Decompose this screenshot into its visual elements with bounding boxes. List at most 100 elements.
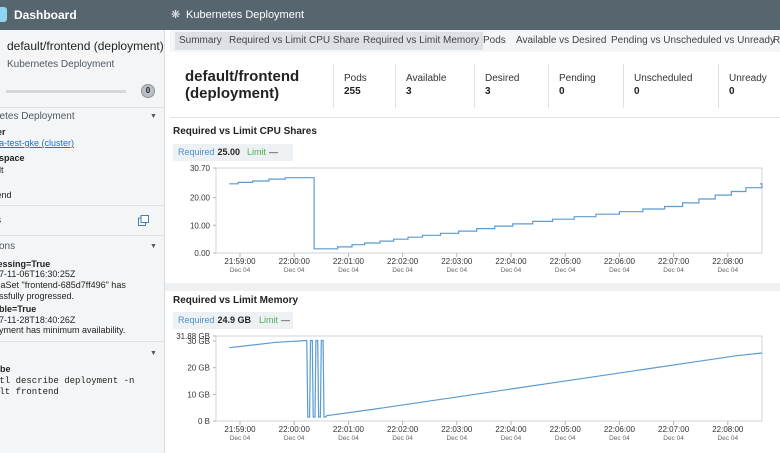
details-sidebar: default/frontend (deployment) Kubernetes… — [0, 30, 165, 453]
chevron-down-icon[interactable]: ▼ — [150, 243, 157, 250]
x-tick-date-label: Dec 04 — [609, 267, 630, 274]
divider — [0, 205, 164, 206]
cpu-chart-panel: Required vs Limit CPU Shares Required 25.… — [165, 118, 780, 283]
stat-value: 0 — [559, 86, 565, 97]
x-tick-date-label: Dec 04 — [663, 435, 684, 442]
x-tick-date-label: Dec 04 — [609, 435, 630, 442]
condition-progressing-key: ressing=True — [0, 259, 51, 269]
stat-desired: Desired 3 — [474, 64, 548, 108]
stat-label: Pending — [559, 73, 596, 84]
memory-chart: 31.88 GB30 GB20 GB10 GB0 B21:59:00Dec 04… — [176, 332, 763, 442]
tab-overflow[interactable]: R — [769, 32, 780, 50]
section-deployment-header[interactable]: netes Deployment — [0, 111, 75, 122]
plot-area — [215, 167, 763, 254]
plot-area — [215, 335, 763, 422]
top-bar: Dashboard ❋ Kubernetes Deployment — [0, 0, 780, 30]
x-tick-time-label: 22:02:00 — [387, 425, 419, 434]
condition-available-time: 17-11-28T18:40:26Z — [0, 315, 76, 325]
x-tick-time-label: 22:04:00 — [495, 257, 527, 266]
x-tick-time-label: 21:59:00 — [224, 425, 256, 434]
stat-value: 3 — [485, 86, 491, 97]
x-tick-time-label: 22:02:00 — [387, 257, 419, 266]
copy-icon[interactable] — [138, 215, 149, 226]
stat-available: Available 3 — [395, 64, 475, 108]
x-tick-time-label: 22:08:00 — [712, 257, 744, 266]
cluster-gear-icon: ❋ — [171, 9, 181, 21]
summary-title-line-2: (deployment) — [185, 85, 280, 102]
summary-title-line-1: default/frontend — [185, 68, 300, 85]
x-tick-time-label: 21:59:00 — [224, 257, 256, 266]
cli-command-line-2[interactable]: ult frontend — [0, 387, 59, 397]
count-badge: 0 — [141, 84, 155, 98]
condition-progressing-time: 17-11-06T16:30:25Z — [0, 269, 76, 279]
y-tick-label: 20.00 — [190, 194, 211, 203]
y-tick-label: 0.00 — [194, 249, 210, 258]
tab-cpu-shares[interactable]: Required vs Limit CPU Shares — [225, 32, 369, 50]
name-value: tend — [0, 190, 12, 200]
cluster-link[interactable]: na-test-gke (cluster) — [0, 138, 74, 148]
stat-label: Available — [406, 73, 447, 84]
x-tick-date-label: Dec 04 — [555, 267, 576, 274]
chevron-down-icon[interactable]: ▼ — [150, 113, 157, 120]
section-conditions-header[interactable]: tions — [0, 241, 15, 252]
stat-label: Desired — [485, 73, 520, 84]
condition-available-message: oyment has minimum availability. — [0, 325, 126, 335]
divider — [0, 341, 164, 342]
tab-summary[interactable]: Summary — [175, 32, 226, 50]
x-tick-date-label: Dec 04 — [338, 267, 359, 274]
x-tick-time-label: 22:07:00 — [658, 257, 690, 266]
tab-bar: Summary Required vs Limit CPU Shares Req… — [170, 30, 780, 52]
x-tick-date-label: Dec 04 — [230, 267, 251, 274]
x-tick-time-label: 22:08:00 — [712, 425, 744, 434]
x-tick-time-label: 22:01:00 — [333, 257, 365, 266]
cpu-shares-chart: 30.7020.0010.000.0021:59:00Dec 0422:00:0… — [190, 164, 763, 274]
series-line — [229, 339, 763, 418]
x-tick-date-label: Dec 04 — [501, 435, 522, 442]
series-line — [229, 177, 763, 250]
x-tick-time-label: 22:00:00 — [279, 257, 311, 266]
cluster-key: ter — [0, 127, 6, 137]
tab-memory[interactable]: Required vs Limit Memory — [359, 32, 484, 50]
x-tick-time-label: 22:05:00 — [550, 425, 582, 434]
namespace-value: ult — [0, 165, 4, 175]
stat-pods: Pods 255 — [333, 64, 395, 108]
section-details-header[interactable]: ls — [0, 215, 1, 226]
x-tick-date-label: Dec 04 — [501, 267, 522, 274]
tab-pods[interactable]: Pods — [479, 32, 510, 50]
condition-progressing-message: icaSet "frontend-685d7ff496" has — [0, 280, 126, 290]
window-title: Kubernetes Deployment — [186, 9, 305, 21]
namespace-key: espace — [0, 153, 25, 163]
progress-track — [6, 90, 126, 93]
y-tick-label: 30 GB — [187, 337, 210, 346]
x-tick-date-label: Dec 04 — [230, 435, 251, 442]
x-tick-date-label: Dec 04 — [717, 267, 738, 274]
stat-unready: Unready 0 — [718, 64, 780, 108]
condition-progressing-message-2: essfully progressed. — [0, 291, 75, 301]
stat-value: 0 — [729, 86, 735, 97]
stat-unscheduled: Unscheduled 0 — [623, 64, 718, 108]
chevron-down-icon[interactable]: ▼ — [150, 350, 157, 357]
stat-label: Unready — [729, 73, 767, 84]
x-tick-date-label: Dec 04 — [446, 267, 467, 274]
cli-describe-key: ribe — [0, 364, 11, 374]
cli-command-line-1[interactable]: ctl describe deployment -n — [0, 376, 134, 386]
app-logo-icon — [0, 7, 7, 22]
tab-pending-unscheduled-unready[interactable]: Pending vs Unscheduled vs Unready — [607, 32, 779, 50]
x-tick-time-label: 22:07:00 — [658, 425, 690, 434]
tab-available-vs-desired[interactable]: Available vs Desired — [512, 32, 610, 50]
deployment-title: default/frontend (deployment) — [7, 39, 164, 53]
y-tick-label: 10.00 — [190, 221, 211, 230]
summary-title: default/frontend (deployment) — [185, 68, 299, 102]
x-tick-date-label: Dec 04 — [392, 435, 413, 442]
y-tick-label: 0 B — [198, 417, 210, 426]
x-tick-time-label: 22:03:00 — [441, 425, 473, 434]
stat-pending: Pending 0 — [548, 64, 623, 108]
x-tick-time-label: 22:01:00 — [333, 425, 365, 434]
x-tick-time-label: 22:05:00 — [550, 257, 582, 266]
app-title[interactable]: Dashboard — [14, 8, 77, 22]
x-tick-time-label: 22:00:00 — [279, 425, 311, 434]
divider — [0, 235, 164, 236]
y-tick-label: 30.70 — [190, 164, 211, 173]
x-tick-date-label: Dec 04 — [392, 267, 413, 274]
stat-value: 255 — [344, 86, 361, 97]
